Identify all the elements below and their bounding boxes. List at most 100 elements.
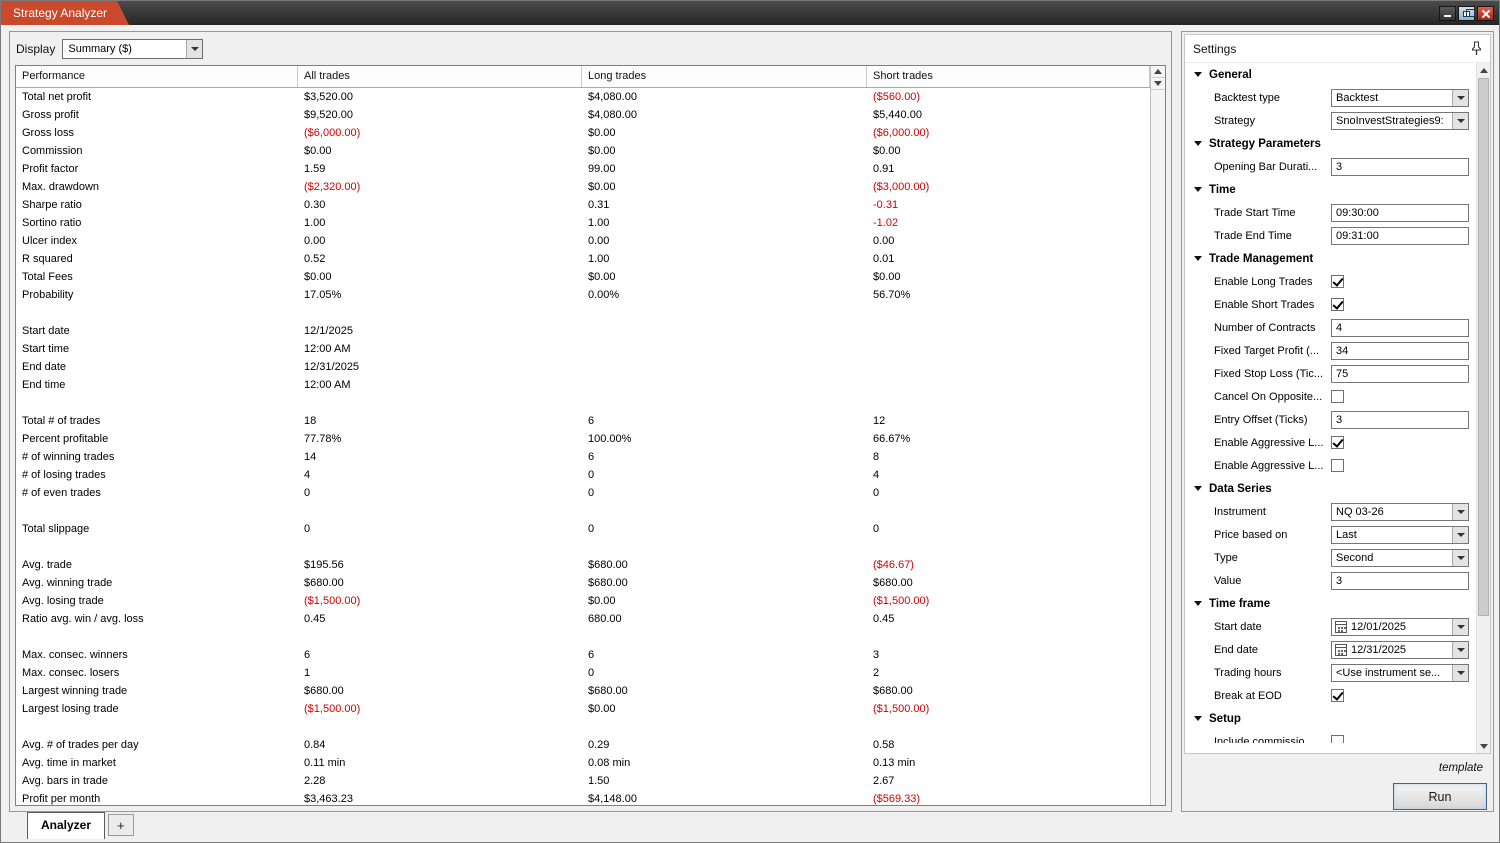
table-row[interactable]: Gross profit $9,520.00 $4,080.00 $5,440.00 [16, 106, 1150, 124]
table-row[interactable]: Avg. losing trade ($1,500.00) $0.00 ($1,500… [16, 592, 1150, 610]
tab-bar: Analyzer + [9, 812, 134, 842]
scroll-down-icon[interactable] [1151, 78, 1165, 90]
column-header-long-trades[interactable]: Long trades [582, 66, 867, 87]
table-row[interactable] [16, 304, 1150, 322]
text-input[interactable]: 34 [1331, 341, 1469, 360]
dropdown[interactable]: Second [1331, 548, 1469, 567]
table-row[interactable]: Largest winning trade $680.00 $680.00 $680.… [16, 682, 1150, 700]
checkbox[interactable] [1331, 459, 1344, 472]
analyzer-panel: Display Summary ($) Performance All trad… [9, 31, 1172, 812]
table-row[interactable]: Profit per month $3,463.23 $4,148.00 ($569.… [16, 790, 1150, 805]
table-row[interactable]: Probability 17.05% 0.00% 56.70% [16, 286, 1150, 304]
scrollbar-thumb[interactable] [1478, 78, 1489, 617]
tab-analyzer[interactable]: Analyzer [27, 812, 106, 839]
checkbox[interactable] [1331, 689, 1344, 702]
table-row[interactable]: Ulcer index 0.00 0.00 0.00 [16, 232, 1150, 250]
dropdown[interactable]: NQ 03-26 [1331, 502, 1469, 521]
scroll-up-icon[interactable] [1151, 66, 1165, 78]
table-row[interactable]: Percent profitable 77.78% 100.00% 66.67% [16, 430, 1150, 448]
table-row[interactable] [16, 394, 1150, 412]
dropdown[interactable]: SnoInvestStrategies9: [1331, 111, 1469, 130]
template-link[interactable]: template [1439, 762, 1483, 774]
run-button[interactable]: Run [1393, 783, 1487, 810]
table-row[interactable]: Total Fees $0.00 $0.00 $0.00 [16, 268, 1150, 286]
text-input[interactable]: 3 [1331, 571, 1469, 590]
settings-section-trade-management[interactable]: Trade Management [1185, 247, 1476, 270]
checkbox[interactable] [1331, 735, 1344, 743]
table-row[interactable]: Avg. trade $195.56 $680.00 ($46.67) [16, 556, 1150, 574]
row-value-all: $680.00 [304, 577, 344, 589]
table-row[interactable]: Sharpe ratio 0.30 0.31 -0.31 [16, 196, 1150, 214]
table-row[interactable]: Total slippage 0 0 0 [16, 520, 1150, 538]
row-value-short: ($1,500.00) [873, 595, 930, 607]
table-row[interactable] [16, 502, 1150, 520]
table-row[interactable] [16, 718, 1150, 736]
date-picker[interactable]: 12/01/2025 [1331, 617, 1469, 636]
add-tab-button[interactable]: + [108, 814, 134, 836]
window-title-tab[interactable]: Strategy Analyzer [1, 1, 129, 25]
checkbox[interactable] [1331, 436, 1344, 449]
dropdown[interactable]: Last [1331, 525, 1469, 544]
table-row[interactable]: Total net profit $3,520.00 $4,080.00 ($560.… [16, 88, 1150, 106]
titlebar[interactable]: Strategy Analyzer [1, 1, 1499, 25]
settings-scrollbar[interactable] [1476, 63, 1490, 753]
text-input[interactable]: 75 [1331, 364, 1469, 383]
settings-section-strategy-parameters[interactable]: Strategy Parameters [1185, 132, 1476, 155]
table-row[interactable]: Commission $0.00 $0.00 $0.00 [16, 142, 1150, 160]
table-row[interactable]: R squared 0.52 1.00 0.01 [16, 250, 1150, 268]
column-header-all-trades[interactable]: All trades [298, 66, 582, 87]
settings-section-time-frame[interactable]: Time frame [1185, 592, 1476, 615]
table-row[interactable]: Max. consec. winners 6 6 3 [16, 646, 1150, 664]
table-row[interactable]: Sortino ratio 1.00 1.00 -1.02 [16, 214, 1150, 232]
restore-button[interactable] [1458, 5, 1475, 21]
table-row[interactable]: Max. consec. losers 1 0 2 [16, 664, 1150, 682]
table-row[interactable]: Total # of trades 18 6 12 [16, 412, 1150, 430]
table-row[interactable]: Ratio avg. win / avg. loss 0.45 680.00 0.45 [16, 610, 1150, 628]
table-row[interactable] [16, 628, 1150, 646]
text-input[interactable]: 09:31:00 [1331, 226, 1469, 245]
table-row[interactable]: Avg. winning trade $680.00 $680.00 $680.00 [16, 574, 1150, 592]
table-row[interactable]: End date 12/31/2025 [16, 358, 1150, 376]
text-input[interactable]: 3 [1331, 410, 1469, 429]
table-scrollbar[interactable] [1150, 66, 1165, 805]
column-header-performance[interactable]: Performance [16, 66, 298, 87]
column-header-short-trades[interactable]: Short trades [867, 66, 1150, 87]
settings-section-general[interactable]: General [1185, 63, 1476, 86]
table-row[interactable]: Gross loss ($6,000.00) $0.00 ($6,000.00) [16, 124, 1150, 142]
table-row[interactable]: # of winning trades 14 6 8 [16, 448, 1150, 466]
table-row[interactable]: Avg. # of trades per day 0.84 0.29 0.58 [16, 736, 1150, 754]
settings-section-setup[interactable]: Setup [1185, 707, 1476, 730]
settings-section-time[interactable]: Time [1185, 178, 1476, 201]
checkbox[interactable] [1331, 298, 1344, 311]
table-row[interactable]: Start date 12/1/2025 [16, 322, 1150, 340]
text-input[interactable]: 09:30:00 [1331, 203, 1469, 222]
pin-icon[interactable] [1471, 41, 1482, 56]
row-label: Total Fees [22, 271, 73, 283]
table-row[interactable]: Largest losing trade ($1,500.00) $0.00 ($1,… [16, 700, 1150, 718]
row-value-all: 0.30 [304, 199, 326, 211]
table-row[interactable]: Avg. time in market 0.11 min 0.08 min 0.13 … [16, 754, 1150, 772]
text-input[interactable]: 3 [1331, 157, 1469, 176]
table-row[interactable]: Avg. bars in trade 2.28 1.50 2.67 [16, 772, 1150, 790]
minimize-button[interactable] [1439, 5, 1456, 21]
table-row[interactable]: Profit factor 1.59 99.00 0.91 [16, 160, 1150, 178]
table-row[interactable]: End time 12:00 AM [16, 376, 1150, 394]
text-input[interactable]: 4 [1331, 318, 1469, 337]
scroll-down-icon[interactable] [1477, 739, 1490, 753]
table-row[interactable]: # of even trades 0 0 0 [16, 484, 1150, 502]
checkbox[interactable] [1331, 275, 1344, 288]
scroll-up-icon[interactable] [1477, 63, 1490, 77]
table-row[interactable] [16, 538, 1150, 556]
dropdown[interactable]: <Use instrument se... [1331, 663, 1469, 682]
dropdown[interactable]: Backtest [1331, 88, 1469, 107]
row-value-long: $4,080.00 [588, 91, 637, 103]
settings-section-data-series[interactable]: Data Series [1185, 477, 1476, 500]
table-row[interactable]: # of losing trades 4 0 4 [16, 466, 1150, 484]
table-row[interactable]: Max. drawdown ($2,320.00) $0.00 ($3,000.00) [16, 178, 1150, 196]
close-button[interactable] [1477, 5, 1494, 21]
date-picker[interactable]: 12/31/2025 [1331, 640, 1469, 659]
checkbox[interactable] [1331, 390, 1344, 403]
display-dropdown[interactable]: Summary ($) [62, 38, 204, 59]
table-row[interactable]: Start time 12:00 AM [16, 340, 1150, 358]
row-value-long: 1.50 [588, 775, 610, 787]
